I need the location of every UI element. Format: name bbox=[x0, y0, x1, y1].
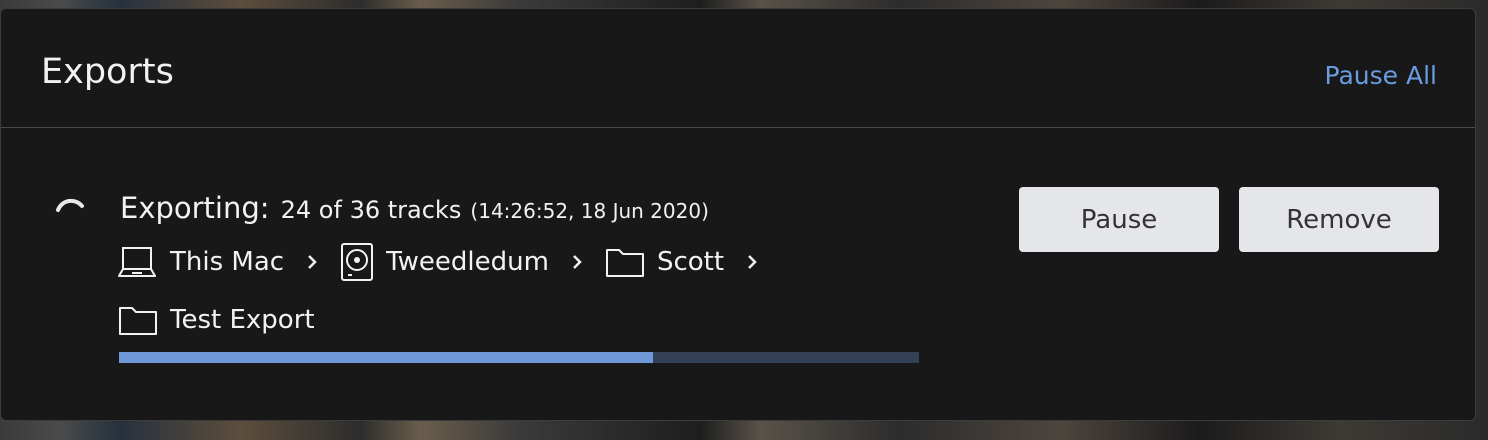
path-segment-test-export: Test Export bbox=[118, 304, 315, 336]
folder-icon bbox=[119, 307, 157, 335]
path-label: Scott bbox=[656, 247, 725, 277]
pause-all-link[interactable]: Pause All bbox=[1325, 63, 1437, 88]
path-label: This Mac bbox=[170, 247, 285, 277]
export-progress-bar bbox=[119, 352, 919, 363]
track-count: 24 of 36 tracks bbox=[280, 196, 462, 224]
path-segment-tweedledum: Tweedledum bbox=[340, 242, 549, 282]
path-label: Test Export bbox=[170, 305, 315, 335]
destination-path: This Mac Tweedledum Scott bbox=[118, 242, 780, 282]
path-segment-scott: Scott bbox=[605, 246, 724, 278]
dialog-header: Exports Pause All bbox=[1, 9, 1475, 128]
chevron-right-icon bbox=[571, 254, 583, 270]
export-timestamp: (14:26:52, 18 Jun 2020) bbox=[470, 199, 709, 223]
path-segment-this-mac: This Mac bbox=[118, 245, 284, 279]
chevron-right-icon bbox=[746, 254, 758, 270]
dialog-title: Exports bbox=[41, 52, 174, 92]
hard-drive-icon bbox=[341, 243, 374, 281]
status-label: Exporting: bbox=[120, 191, 270, 225]
export-status: Exporting: 24 of 36 tracks (14:26:52, 18… bbox=[120, 194, 709, 223]
destination-path-continued: Test Export bbox=[118, 304, 315, 336]
chevron-right-icon bbox=[306, 254, 318, 270]
pause-button[interactable]: Pause bbox=[1019, 187, 1219, 252]
remove-button[interactable]: Remove bbox=[1239, 187, 1439, 252]
progress-fill bbox=[119, 352, 653, 363]
loading-spinner-icon bbox=[56, 198, 84, 212]
path-label: Tweedledum bbox=[386, 247, 549, 277]
folder-icon bbox=[605, 249, 644, 277]
laptop-icon bbox=[118, 247, 156, 277]
